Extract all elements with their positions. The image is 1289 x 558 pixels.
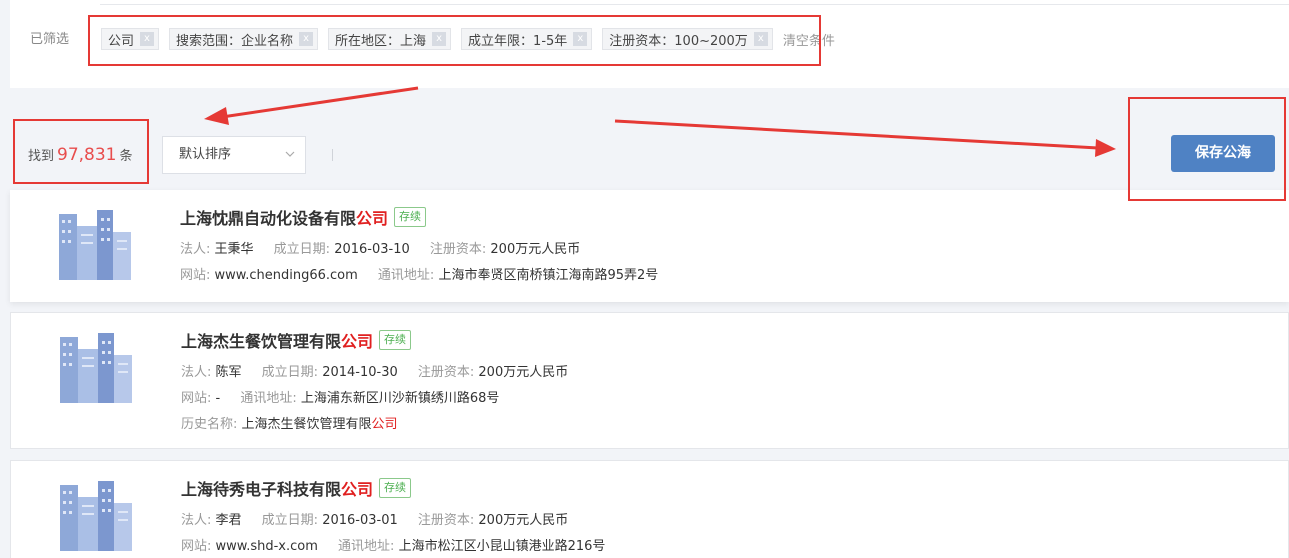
company-card[interactable]: 上海杰生餐饮管理有限 公司 存续 法人: 陈军 成立日期: 2014-10-30 …	[10, 312, 1289, 449]
legal-rep-value: 陈军	[215, 365, 242, 380]
company-name-text: 上海忱鼎自动化设备有限	[180, 209, 357, 228]
address-label: 通讯地址:	[338, 539, 399, 554]
sort-dropdown[interactable]: 默认排序	[162, 136, 306, 174]
address-value: 上海浦东新区川沙新镇绣川路68号	[300, 391, 500, 406]
chevron-down-icon	[285, 151, 295, 157]
company-name-highlight: 公司	[341, 332, 374, 351]
results-toolbar: 找到 97,831 条 默认排序 保存公海	[10, 119, 1289, 187]
legal-rep-label: 法人:	[180, 242, 215, 257]
capital-label: 注册资本:	[417, 365, 479, 380]
divider	[100, 4, 1289, 5]
company-name[interactable]: 上海杰生餐饮管理有限 公司 存续	[181, 328, 412, 352]
divider	[332, 149, 333, 161]
capital-value: 200万元人民币	[478, 365, 569, 380]
annotation-box-count	[13, 119, 149, 184]
capital-label: 注册资本:	[417, 513, 479, 528]
legal-rep-value: 李君	[215, 513, 242, 528]
address-value: 上海市松江区小昆山镇港业路216号	[398, 539, 606, 554]
founded-value: 2014-10-30	[322, 365, 398, 380]
website-label: 网站:	[180, 268, 215, 283]
legal-rep-label: 法人:	[181, 365, 216, 380]
history-name-value: 上海杰生餐饮管理有限	[241, 417, 372, 432]
company-name-text: 上海待秀电子科技有限	[181, 480, 342, 499]
company-contact-row: 网站: - 通讯地址: 上海浦东新区川沙新镇绣川路68号	[181, 387, 515, 406]
company-name-highlight: 公司	[356, 209, 389, 228]
filter-label: 已筛选	[30, 32, 70, 47]
status-badge: 存续	[379, 330, 412, 350]
company-card[interactable]: 上海待秀电子科技有限 公司 存续 法人: 李君 成立日期: 2016-03-01 …	[10, 460, 1289, 558]
annotation-box-filters	[88, 15, 821, 66]
founded-label: 成立日期:	[273, 242, 335, 257]
company-name-highlight: 公司	[341, 480, 374, 499]
founded-label: 成立日期:	[261, 513, 323, 528]
legal-rep-value: 王秉华	[214, 242, 254, 257]
website-value[interactable]: www.chending66.com	[215, 268, 358, 283]
building-icon	[58, 477, 134, 553]
company-name[interactable]: 上海忱鼎自动化设备有限 公司 存续	[180, 205, 427, 229]
address-value: 上海市奉贤区南桥镇江海南路95弄2号	[438, 268, 659, 283]
company-contact-row: 网站: www.shd-x.com 通讯地址: 上海市松江区小昆山镇港业路216…	[181, 535, 621, 554]
company-name[interactable]: 上海待秀电子科技有限 公司 存续	[181, 476, 412, 500]
company-card[interactable]: 上海忱鼎自动化设备有限 公司 存续 法人: 王秉华 成立日期: 2016-03-1…	[10, 190, 1289, 302]
company-meta-row: 法人: 王秉华 成立日期: 2016-03-10 注册资本: 200万元人民币	[180, 238, 596, 257]
status-badge: 存续	[379, 478, 412, 498]
status-badge: 存续	[394, 207, 427, 227]
history-name-row: 历史名称: 上海杰生餐饮管理有限公司	[181, 413, 398, 432]
address-label: 通讯地址:	[377, 268, 439, 283]
capital-value: 200万元人民币	[478, 513, 569, 528]
website-value[interactable]: www.shd-x.com	[216, 539, 318, 554]
legal-rep-label: 法人:	[181, 513, 216, 528]
company-meta-row: 法人: 李君 成立日期: 2016-03-01 注册资本: 200万元人民币	[181, 509, 584, 528]
website-label: 网站:	[181, 539, 216, 554]
history-name-highlight: 公司	[371, 417, 398, 432]
company-contact-row: 网站: www.chending66.com 通讯地址: 上海市奉贤区南桥镇江海…	[180, 264, 674, 283]
website-value: -	[215, 391, 221, 406]
building-icon	[57, 206, 133, 282]
capital-label: 注册资本:	[429, 242, 491, 257]
founded-value: 2016-03-10	[334, 242, 410, 257]
company-name-text: 上海杰生餐饮管理有限	[181, 332, 342, 351]
address-label: 通讯地址:	[240, 391, 301, 406]
annotation-box-save	[1128, 97, 1286, 201]
founded-value: 2016-03-01	[322, 513, 398, 528]
history-name-label: 历史名称:	[181, 417, 242, 432]
website-label: 网站:	[181, 391, 216, 406]
founded-label: 成立日期:	[261, 365, 323, 380]
company-meta-row: 法人: 陈军 成立日期: 2014-10-30 注册资本: 200万元人民币	[181, 361, 584, 380]
sort-dropdown-value: 默认排序	[179, 147, 232, 162]
building-icon	[58, 329, 134, 405]
capital-value: 200万元人民币	[490, 242, 581, 257]
